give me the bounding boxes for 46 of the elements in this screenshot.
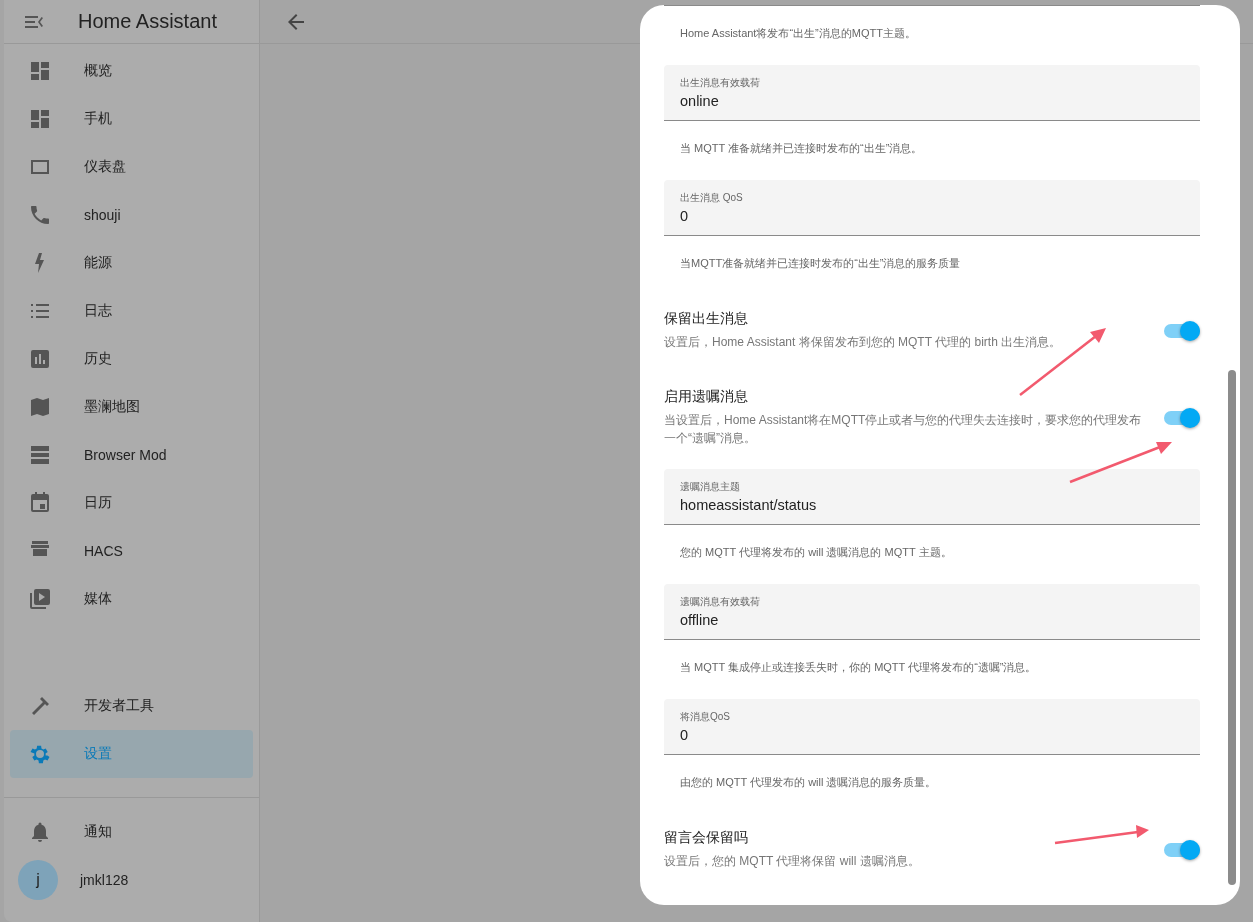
helper-text: 您的 MQTT 代理将发布的 will 遗嘱消息的 MQTT 主题。 xyxy=(679,545,953,560)
server-icon xyxy=(28,443,52,467)
helper-text: 由您的 MQTT 代理发布的 will 遗嘱消息的服务质量。 xyxy=(679,775,938,790)
chart-icon xyxy=(28,347,52,371)
phone-icon xyxy=(28,203,52,227)
sidebar-item[interactable]: 日历 xyxy=(10,479,253,527)
notifications-item[interactable]: 通知 xyxy=(10,808,253,856)
setting-description: 设置后，您的 MQTT 代理将保留 will 遗嘱消息。 xyxy=(664,853,920,870)
sidebar-item[interactable]: 手机 xyxy=(10,95,253,143)
text-field[interactable]: 遗嘱消息主题 homeassistant/status xyxy=(664,469,1200,525)
helper-text: 当 MQTT 集成停止或连接丢失时，你的 MQTT 代理将发布的“遗嘱”消息。 xyxy=(679,660,1038,675)
helper-text: 当MQTT准备就绪并已连接时发布的“出生”消息的服务质量 xyxy=(679,256,962,271)
sidebar-item[interactable]: Browser Mod xyxy=(10,431,253,479)
sidebar-item[interactable]: 能源 xyxy=(10,239,253,287)
sidebar-item[interactable]: 仪表盘 xyxy=(10,143,253,191)
dashboard-icon xyxy=(28,59,52,83)
text-field[interactable]: 出生消息 QoS 0 xyxy=(664,180,1200,236)
toggle-switch[interactable] xyxy=(1164,839,1200,860)
sidebar-item[interactable]: 历史 xyxy=(10,335,253,383)
user-avatar: j xyxy=(18,860,58,900)
setting-title: 留言会保留吗 xyxy=(664,829,749,847)
helper-text: 当 MQTT 准备就绪并已连接时发布的“出生”消息。 xyxy=(679,141,924,156)
setting-title: 保留出生消息 xyxy=(664,310,749,328)
sidebar-item[interactable]: 墨澜地图 xyxy=(10,383,253,431)
app-title: Home Assistant xyxy=(78,10,217,33)
text-field[interactable]: 将消息QoS 0 xyxy=(664,699,1200,755)
sidebar-item[interactable]: 概览 xyxy=(10,47,253,95)
sidebar-item[interactable]: 日志 xyxy=(10,287,253,335)
sidebar-item[interactable]: HACS xyxy=(10,527,253,575)
sidebar-item[interactable]: shouji xyxy=(10,191,253,239)
toggle-switch[interactable] xyxy=(1164,407,1200,428)
scrollbar-thumb[interactable] xyxy=(1228,370,1236,885)
calendar-icon xyxy=(28,491,52,515)
toggle-switch[interactable] xyxy=(1164,320,1200,341)
sidebar-item[interactable]: 开发者工具 xyxy=(10,682,253,730)
map-icon xyxy=(28,395,52,419)
text-field[interactable]: 出生消息有效载荷 online xyxy=(664,65,1200,121)
sidebar-item[interactable]: 媒体 xyxy=(10,575,253,623)
user-item[interactable]: j jmkl128 xyxy=(10,856,253,904)
text-field[interactable]: 遗嘱消息有效载荷 offline xyxy=(664,584,1200,640)
setting-description: 当设置后，Home Assistant将在MQTT停止或者与您的代理失去连接时，要求您的代理发布一个“遗嘱”消息。 xyxy=(664,412,1143,447)
media-icon xyxy=(28,587,52,611)
helper-text: Home Assistant将发布“出生”消息的MQTT主题。 xyxy=(679,26,917,41)
dashboard-icon xyxy=(28,107,52,131)
setting-title: 启用遗嘱消息 xyxy=(664,388,749,406)
setting-description: 设置后，Home Assistant 将保留发布到您的 MQTT 代理的 birth 出生消息。 xyxy=(664,334,1062,351)
